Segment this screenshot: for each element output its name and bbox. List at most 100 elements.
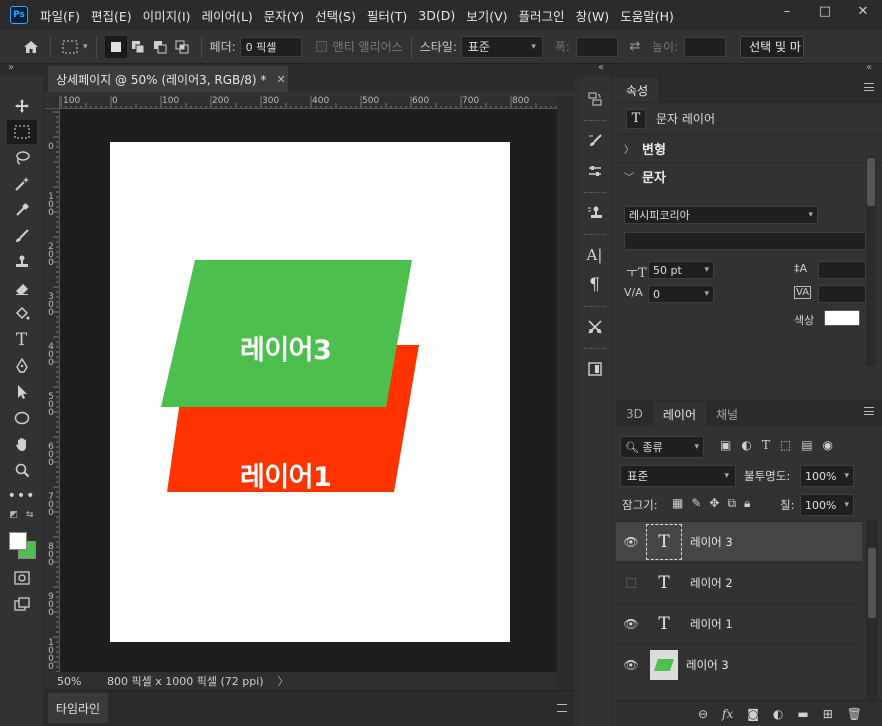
adjustment-icon[interactable]: ◐ (773, 707, 783, 721)
zoom-tool-icon[interactable] (7, 458, 37, 482)
brush-settings-icon[interactable] (582, 128, 608, 154)
text-color-swatch[interactable] (824, 310, 860, 326)
layer1-text[interactable]: 레이어1 (240, 455, 332, 494)
document-canvas[interactable]: 레이어3 레이어1 (110, 142, 510, 642)
maximize-button[interactable]: □ (806, 0, 844, 22)
select-and-mask-button[interactable]: 선택 및 마 (740, 35, 805, 58)
lock-transparency-icon[interactable]: ▦ (672, 496, 683, 511)
kerning-input[interactable] (818, 285, 866, 303)
document-tab[interactable]: 상세페이지 @ 50% (레이어3, RGB/8) * ✕ (48, 66, 288, 92)
marquee-tool-icon[interactable] (6, 120, 37, 144)
layer-row[interactable]: 👁︎ T 레이어 3 (616, 521, 862, 561)
layer-name[interactable]: 레이어 3 (690, 534, 733, 550)
tab-3d[interactable]: 3D (616, 402, 653, 426)
swap-colors-icon[interactable]: ⇆ (26, 510, 34, 524)
paint-bucket-tool-icon[interactable] (7, 302, 37, 326)
layer-row[interactable]: T 레이어 2 (616, 562, 862, 602)
marquee-preset-icon[interactable] (59, 36, 81, 58)
panel-menu-icon[interactable] (864, 407, 874, 415)
status-menu-arrow[interactable]: 〉 (278, 673, 289, 689)
collapse-panels-icon[interactable]: « (866, 62, 872, 73)
height-input[interactable] (684, 36, 727, 57)
swap-icon[interactable]: ⇄ (624, 36, 646, 58)
layers-scrollbar[interactable] (866, 520, 878, 700)
menu-edit[interactable]: 편집(E) (91, 6, 132, 25)
eraser-tool-icon[interactable] (7, 276, 37, 300)
visibility-eye-icon[interactable]: 👁︎ (616, 535, 646, 549)
menu-view[interactable]: 보기(V) (466, 6, 507, 25)
character-panel-icon[interactable]: A| (582, 242, 608, 268)
menu-file[interactable]: 파일(F) (40, 6, 80, 25)
home-icon[interactable] (20, 36, 42, 58)
paragraph-panel-icon[interactable]: ¶ (582, 272, 608, 298)
vertical-ruler[interactable]: 0 1 0 0 2 0 0 3 0 0 4 0 0 5 0 0 6 0 0 7 … (45, 109, 60, 672)
tab-properties[interactable]: 속성 (616, 78, 659, 102)
filter-pixel-icon[interactable]: ▣ (720, 438, 731, 452)
layer-row[interactable]: 👁︎ 레이어 3 (616, 644, 862, 684)
filter-adjustment-icon[interactable]: ◐ (741, 438, 751, 452)
width-input[interactable] (575, 36, 618, 57)
menu-filter[interactable]: 필터(T) (367, 6, 407, 25)
subtract-selection-icon[interactable] (149, 36, 171, 58)
blend-mode-select[interactable]: 표준 ▾ (620, 465, 736, 487)
layer-name[interactable]: 레이어 1 (690, 616, 733, 632)
character-section-header[interactable]: ﹀ 문자 (616, 162, 882, 190)
lock-artboard-icon[interactable]: ⧉ (727, 496, 736, 511)
move-tool-icon[interactable] (7, 94, 37, 118)
menu-3d[interactable]: 3D(D) (418, 8, 455, 23)
intersect-selection-icon[interactable] (171, 36, 193, 58)
type-tool-icon[interactable]: T (7, 328, 37, 352)
menu-type[interactable]: 문자(Y) (264, 6, 304, 25)
layer-filter-select[interactable]: 🔍︎ 종류 ▾ (620, 436, 704, 458)
filter-smart-object-icon[interactable]: ▤ (801, 438, 812, 452)
menu-plugins[interactable]: 플러그인 (519, 6, 565, 25)
filter-type-icon[interactable]: T (762, 438, 770, 452)
filter-shape-icon[interactable]: ⬚ (780, 438, 791, 452)
lock-pixels-icon[interactable]: ✎ (691, 496, 701, 511)
lock-position-icon[interactable]: ✥ (709, 496, 719, 511)
history-icon[interactable] (582, 86, 608, 112)
tool-presets-icon[interactable] (582, 314, 608, 340)
brush-tool-icon[interactable] (7, 224, 37, 248)
menu-layer[interactable]: 레이어(L) (202, 6, 253, 25)
link-icon[interactable]: ⊖ (698, 707, 708, 721)
feather-input[interactable]: 0 픽셀 (239, 36, 302, 57)
hand-tool-icon[interactable] (7, 432, 37, 456)
timeline-tab[interactable]: 타임라인 (48, 693, 108, 723)
opacity-input[interactable]: 100% ▾ (800, 465, 854, 487)
transform-section-header[interactable]: 〉 변형 (616, 134, 882, 162)
menu-window[interactable]: 창(W) (576, 6, 610, 25)
font-style-select[interactable] (624, 232, 866, 250)
fill-input[interactable]: 100% ▾ (800, 494, 854, 516)
leading-input[interactable] (818, 261, 866, 279)
eyedropper-tool-icon[interactable] (7, 198, 37, 222)
fx-icon[interactable]: fx (722, 707, 733, 721)
screen-mode-icon[interactable] (7, 592, 37, 616)
foreground-color[interactable] (8, 532, 27, 550)
visibility-eye-icon[interactable]: 👁︎ (616, 617, 646, 631)
visibility-eye-icon[interactable]: 👁︎ (616, 658, 646, 672)
collapse-toolbar-icon[interactable]: » (8, 62, 14, 73)
layer-name[interactable]: 레이어 3 (686, 657, 729, 673)
quick-mask-icon[interactable] (7, 566, 37, 590)
horizontal-ruler[interactable]: 100 0 100 200 300 400 500 600 700 800 (60, 96, 557, 109)
adjustments-sliders-icon[interactable] (582, 158, 608, 184)
libraries-icon[interactable] (582, 356, 608, 382)
clone-source-icon[interactable] (582, 200, 608, 226)
tracking-input[interactable]: 0 ▾ (648, 285, 714, 303)
chevron-down-icon[interactable]: ▾ (83, 42, 88, 52)
lasso-tool-icon[interactable] (7, 146, 37, 170)
font-family-select[interactable]: 레시피코리아 ▾ (624, 206, 818, 224)
tab-layers[interactable]: 레이어 (652, 402, 706, 426)
visibility-off-box[interactable] (616, 577, 646, 588)
font-size-input[interactable]: 50 pt ▾ (648, 261, 714, 279)
ruler-origin[interactable] (45, 96, 60, 109)
document-scrollbar[interactable] (557, 96, 575, 690)
close-tab-icon[interactable]: ✕ (276, 73, 285, 86)
add-selection-icon[interactable] (127, 36, 149, 58)
mask-icon[interactable]: ◙ (747, 707, 759, 721)
filter-toggle-icon[interactable]: ◉ (823, 438, 833, 452)
ellipse-tool-icon[interactable] (7, 406, 37, 430)
layer-name[interactable]: 레이어 2 (690, 575, 733, 591)
lock-all-icon[interactable]: 🔒︎ (744, 496, 750, 511)
